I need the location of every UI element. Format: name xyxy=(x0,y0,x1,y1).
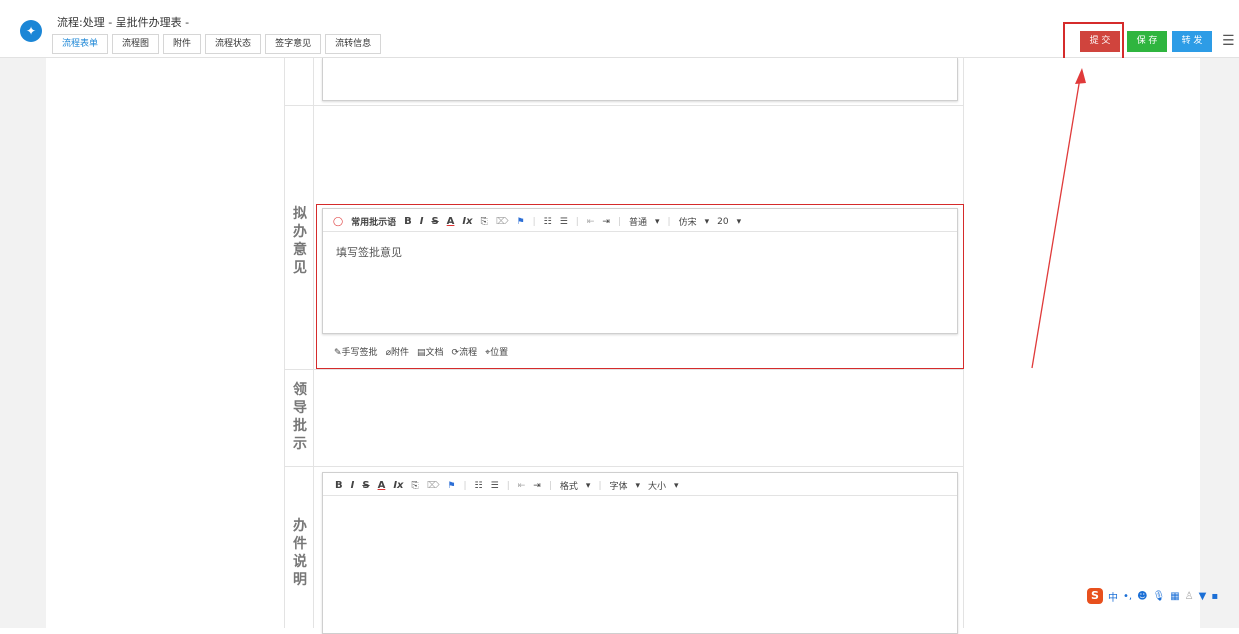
opinion-highlight-box xyxy=(316,204,964,369)
menu-icon[interactable]: ☰ xyxy=(1222,33,1235,49)
emoji-icon[interactable]: ☻ xyxy=(1137,591,1147,602)
toolbar-separator: | xyxy=(548,480,552,491)
indent-icon[interactable]: ⇥ xyxy=(533,481,541,491)
tab-status[interactable]: 流程状态 xyxy=(205,34,262,54)
tab-flowchart[interactable]: 流程图 xyxy=(112,34,160,54)
strike-icon[interactable]: S xyxy=(362,480,369,491)
notes-editor[interactable]: B I S A Ix ⎘ ⌦ ⚑ | ☷ ☰ | ⇤ ⇥ | 格式 ▾ | 字体… xyxy=(322,472,958,634)
mic-icon[interactable]: 🎙 xyxy=(1153,591,1166,602)
bold-icon[interactable]: B xyxy=(335,480,343,491)
forward-button[interactable]: 转 发 xyxy=(1172,31,1212,52)
tab-opinions[interactable]: 签字意见 xyxy=(265,34,322,54)
row-divider xyxy=(284,466,964,467)
notes-toolbar: B I S A Ix ⎘ ⌦ ⚑ | ☷ ☰ | ⇤ ⇥ | 格式 ▾ | 字体… xyxy=(335,479,955,492)
app-logo-icon: ✦ xyxy=(20,20,42,42)
tab-form[interactable]: 流程表单 xyxy=(52,34,109,54)
ime-logo-icon[interactable]: S xyxy=(1087,588,1103,604)
left-gutter xyxy=(0,58,46,628)
chevron-down-icon[interactable]: ▾ xyxy=(674,481,679,491)
skin-icon[interactable]: ▼ xyxy=(1199,591,1207,602)
table-border-mid xyxy=(313,58,314,628)
user-icon[interactable]: ♙ xyxy=(1185,591,1194,602)
ordered-list-icon[interactable]: ☷ xyxy=(475,481,483,491)
toolbar-divider xyxy=(323,495,957,496)
copy-format-icon[interactable]: ⎘ xyxy=(411,481,418,491)
toolbar-separator: | xyxy=(598,480,602,491)
ime-toolbar[interactable]: S 中 •, ☻ 🎙 ▦ ♙ ▼ ▪ xyxy=(1087,588,1218,604)
clear-format-icon[interactable]: Ix xyxy=(393,480,403,491)
font-color-icon[interactable]: A xyxy=(378,480,386,491)
row-divider xyxy=(284,369,964,370)
notes-label: 办件说明 xyxy=(293,518,307,588)
ime-lang[interactable]: 中 xyxy=(1108,589,1118,604)
size-select[interactable]: 大小 xyxy=(648,479,666,492)
toolbar-separator: | xyxy=(463,480,467,491)
tab-flow-info[interactable]: 流转信息 xyxy=(325,34,382,54)
italic-icon[interactable]: I xyxy=(351,480,355,491)
toolbox-icon[interactable]: ▪ xyxy=(1211,591,1218,602)
bullet-list-icon[interactable]: ☰ xyxy=(491,481,499,491)
opinion-label: 拟办意见 xyxy=(293,206,307,276)
unlink-icon[interactable]: ⌦ xyxy=(427,481,440,491)
chevron-down-icon[interactable]: ▾ xyxy=(586,481,591,491)
flag-icon[interactable]: ⚑ xyxy=(447,481,455,491)
save-button[interactable]: 保 存 xyxy=(1127,31,1167,52)
submit-highlight-box xyxy=(1063,22,1124,60)
keyboard-icon[interactable]: ▦ xyxy=(1170,591,1179,602)
leader-label: 领导批示 xyxy=(293,382,307,452)
table-border-left xyxy=(284,58,285,628)
tab-bar: 流程表单 流程图 附件 流程状态 签字意见 流转信息 xyxy=(52,34,382,54)
annotation-arrow xyxy=(1031,68,1086,369)
row-divider xyxy=(284,105,964,106)
paragraph-select[interactable]: 格式 xyxy=(560,479,578,492)
font-select[interactable]: 字体 xyxy=(609,479,627,492)
tab-attachments[interactable]: 附件 xyxy=(163,34,202,54)
chevron-down-icon[interactable]: ▾ xyxy=(636,481,641,491)
toolbar-separator: | xyxy=(506,480,510,491)
outdent-icon[interactable]: ⇤ xyxy=(518,481,526,491)
previous-editor[interactable] xyxy=(322,58,958,101)
punctuation-icon[interactable]: •, xyxy=(1123,591,1132,602)
right-gutter xyxy=(1200,58,1239,628)
page-title: 流程:处理 - 呈批件办理表 - xyxy=(57,16,190,29)
